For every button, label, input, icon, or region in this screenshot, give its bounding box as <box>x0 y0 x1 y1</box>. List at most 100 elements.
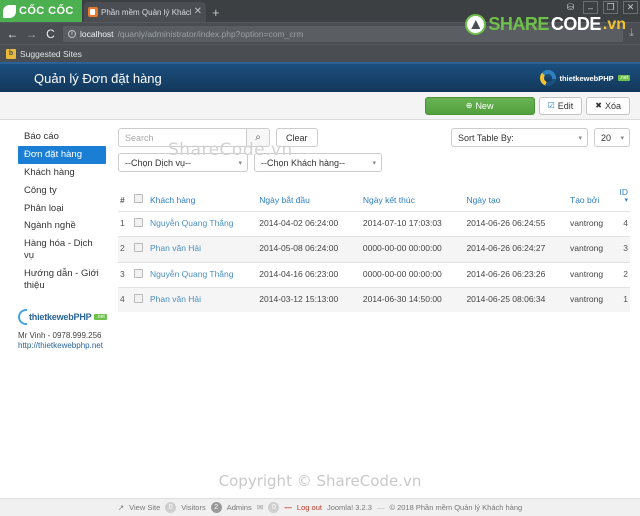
table-row[interactable]: 1 Nguyễn Quang Thắng 2014-04-02 06:24:00… <box>118 210 630 237</box>
header-brand-logo: thietkewebPHP .net <box>540 70 630 86</box>
customer-select[interactable]: --Chọn Khách hàng-- <box>254 153 382 172</box>
sidebar-website-link[interactable]: http://thietkewebphp.net <box>18 341 104 350</box>
logout-dash-icon: — <box>284 503 292 512</box>
select-all-checkbox[interactable] <box>134 194 143 204</box>
cell-created-by: vantrong <box>568 210 615 237</box>
col-customer[interactable]: Khách hàng <box>148 184 257 211</box>
sidebar-item-bao-cao[interactable]: Báo cáo <box>18 128 106 146</box>
search-button[interactable]: ⌕ <box>246 128 270 147</box>
table-row[interactable]: 2 Phan văn Hải 2014-05-08 06:24:00 0000-… <box>118 236 630 263</box>
customer-link[interactable]: Phan văn Hải <box>150 243 201 253</box>
search-icon: ⌕ <box>255 132 261 143</box>
cell-created-date: 2014-06-26 06:24:27 <box>464 236 569 263</box>
close-icon[interactable]: ✕ <box>194 7 202 17</box>
cell-id: 2 <box>614 261 630 288</box>
cell-id: 1 <box>614 286 630 313</box>
site-info-icon[interactable]: i <box>68 29 76 38</box>
download-icon[interactable]: ⤓ <box>629 27 634 40</box>
chevron-down-icon: ▾ <box>624 197 628 205</box>
sidebar-item-don-dat-hang[interactable]: Đơn đặt hàng <box>18 145 106 164</box>
coccoc-leaf-icon <box>3 4 16 18</box>
footer-separator: — <box>376 503 385 512</box>
col-created-by[interactable]: Tạo bởi <box>568 184 614 211</box>
customer-link[interactable]: Phan văn Hải <box>150 294 201 304</box>
sidebar-brand-label: thietkewebPHP <box>29 311 92 322</box>
user-icon[interactable]: ⛁ <box>563 2 578 11</box>
coccoc-brand-logo: CỐC CỐC <box>0 0 82 22</box>
row-checkbox[interactable] <box>134 217 143 227</box>
col-start-date[interactable]: Ngày bắt đầu <box>257 184 361 211</box>
logout-link[interactable]: Log out <box>297 503 322 512</box>
col-index: # <box>120 195 125 206</box>
edit-button[interactable]: ☑ Edit <box>538 96 583 115</box>
filter-row-primary: ⌕ Clear Sort Table By: 20 <box>118 128 630 147</box>
swoosh-icon <box>540 70 557 86</box>
row-checkbox[interactable] <box>134 268 143 278</box>
page-limit-select[interactable]: 20 <box>594 128 630 147</box>
view-site-link[interactable]: View Site <box>129 503 160 512</box>
service-select[interactable]: --Chọn Dịch vụ-- <box>118 153 248 172</box>
new-button-label: New <box>475 100 494 111</box>
sidebar-item-nganh-nghe[interactable]: Ngành nghề <box>18 217 106 235</box>
browser-tab-active[interactable]: Phần mềm Quản lý Khách ✕ <box>84 2 206 22</box>
admins-label: Admins <box>226 503 252 512</box>
url-path: /quanly/administrator/index.php?option=c… <box>117 28 304 39</box>
reload-icon[interactable]: C <box>44 27 57 41</box>
back-icon[interactable]: ← <box>6 27 19 41</box>
forward-icon[interactable]: → <box>25 27 38 41</box>
sidebar-item-cong-ty[interactable]: Công ty <box>18 182 106 200</box>
row-checkbox[interactable] <box>134 243 143 253</box>
new-tab-icon[interactable]: + <box>212 5 220 20</box>
col-id-label: ID <box>619 187 629 197</box>
col-id[interactable]: ID ▾ <box>614 184 630 211</box>
cell-end-date: 2014-06-30 14:50:00 <box>360 286 465 313</box>
sidebar-item-khach-hang[interactable]: Khách hàng <box>18 164 106 182</box>
restore-button[interactable]: ❐ <box>603 1 618 14</box>
customer-link[interactable]: Nguyễn Quang Thắng <box>150 218 234 228</box>
cell-checkbox <box>132 286 148 313</box>
header-brand-tld: .net <box>617 75 630 81</box>
orders-table: # Khách hàng Ngày bắt đầu Ngày kết thúc … <box>118 184 630 313</box>
browser-url-bar: ← → C i localhost/quanly/administrator/i… <box>0 22 640 44</box>
table-row[interactable]: 4 Phan văn Hải 2014-03-12 15:13:00 2014-… <box>118 286 630 313</box>
bookmark-suggested-sites[interactable]: Suggested Sites <box>20 49 82 59</box>
customer-link[interactable]: Nguyễn Quang Thắng <box>150 269 234 279</box>
clear-button[interactable]: Clear <box>276 128 318 147</box>
arc-icon <box>18 308 27 325</box>
view-site-icon: ↗ <box>117 503 125 512</box>
status-bar: ↗ View Site 0 Visitors 2 Admins ✉ 0 — Lo… <box>0 498 640 516</box>
cell-checkbox <box>132 236 148 263</box>
search-input[interactable] <box>118 128 246 147</box>
cell-id: 4 <box>614 210 630 237</box>
cell-checkbox <box>132 261 148 288</box>
cell-end-date: 2014-07-10 17:03:03 <box>360 210 465 237</box>
header-brand-label: thietkewebPHP <box>559 73 614 83</box>
sidebar-item-huong-dan[interactable]: Hướng dẫn - Giới thiệu <box>18 265 106 295</box>
cell-created-by: vantrong <box>568 261 615 288</box>
sort-table-by-select[interactable]: Sort Table By: <box>451 128 588 147</box>
col-created-date[interactable]: Ngày tạo <box>464 184 568 211</box>
table-header-row: # Khách hàng Ngày bắt đầu Ngày kết thúc … <box>118 184 630 211</box>
pencil-square-icon: ☑ <box>547 101 555 110</box>
col-select-all <box>132 184 148 211</box>
service-select-value: --Chọn Dịch vụ-- <box>125 157 192 168</box>
table-row[interactable]: 3 Nguyễn Quang Thắng 2014-04-16 06:23:00… <box>118 261 630 288</box>
sidebar: Báo cáo Đơn đặt hàng Khách hàng Công ty … <box>0 120 110 476</box>
sidebar-item-phan-loai[interactable]: Phân loại <box>18 200 106 218</box>
delete-button[interactable]: ✖ Xóa <box>586 96 630 115</box>
col-end-date[interactable]: Ngày kết thúc <box>361 184 465 211</box>
limit-select-value: 20 <box>601 132 612 143</box>
cross-icon: ✖ <box>595 101 602 110</box>
cell-created-date: 2014-06-26 06:23:26 <box>464 261 569 288</box>
sidebar-brand: thietkewebPHP .net Mr Vinh - 0978.999.25… <box>18 308 110 350</box>
close-window-button[interactable]: ✕ <box>623 1 638 14</box>
url-input[interactable]: i localhost/quanly/administrator/index.p… <box>63 25 624 42</box>
footer-copyright: © 2018 Phần mềm Quản lý Khách hàng <box>389 503 523 512</box>
cell-start-date: 2014-04-02 06:24:00 <box>257 210 361 237</box>
sidebar-item-hang-hoa[interactable]: Hàng hóa - Dịch vụ <box>18 235 106 265</box>
row-checkbox[interactable] <box>134 293 143 303</box>
cell-created-date: 2014-06-25 08:06:34 <box>464 286 569 313</box>
new-button[interactable]: ⊕ New <box>424 96 535 115</box>
minimize-button[interactable]: – <box>583 1 598 14</box>
cell-customer: Nguyễn Quang Thắng <box>148 210 258 237</box>
